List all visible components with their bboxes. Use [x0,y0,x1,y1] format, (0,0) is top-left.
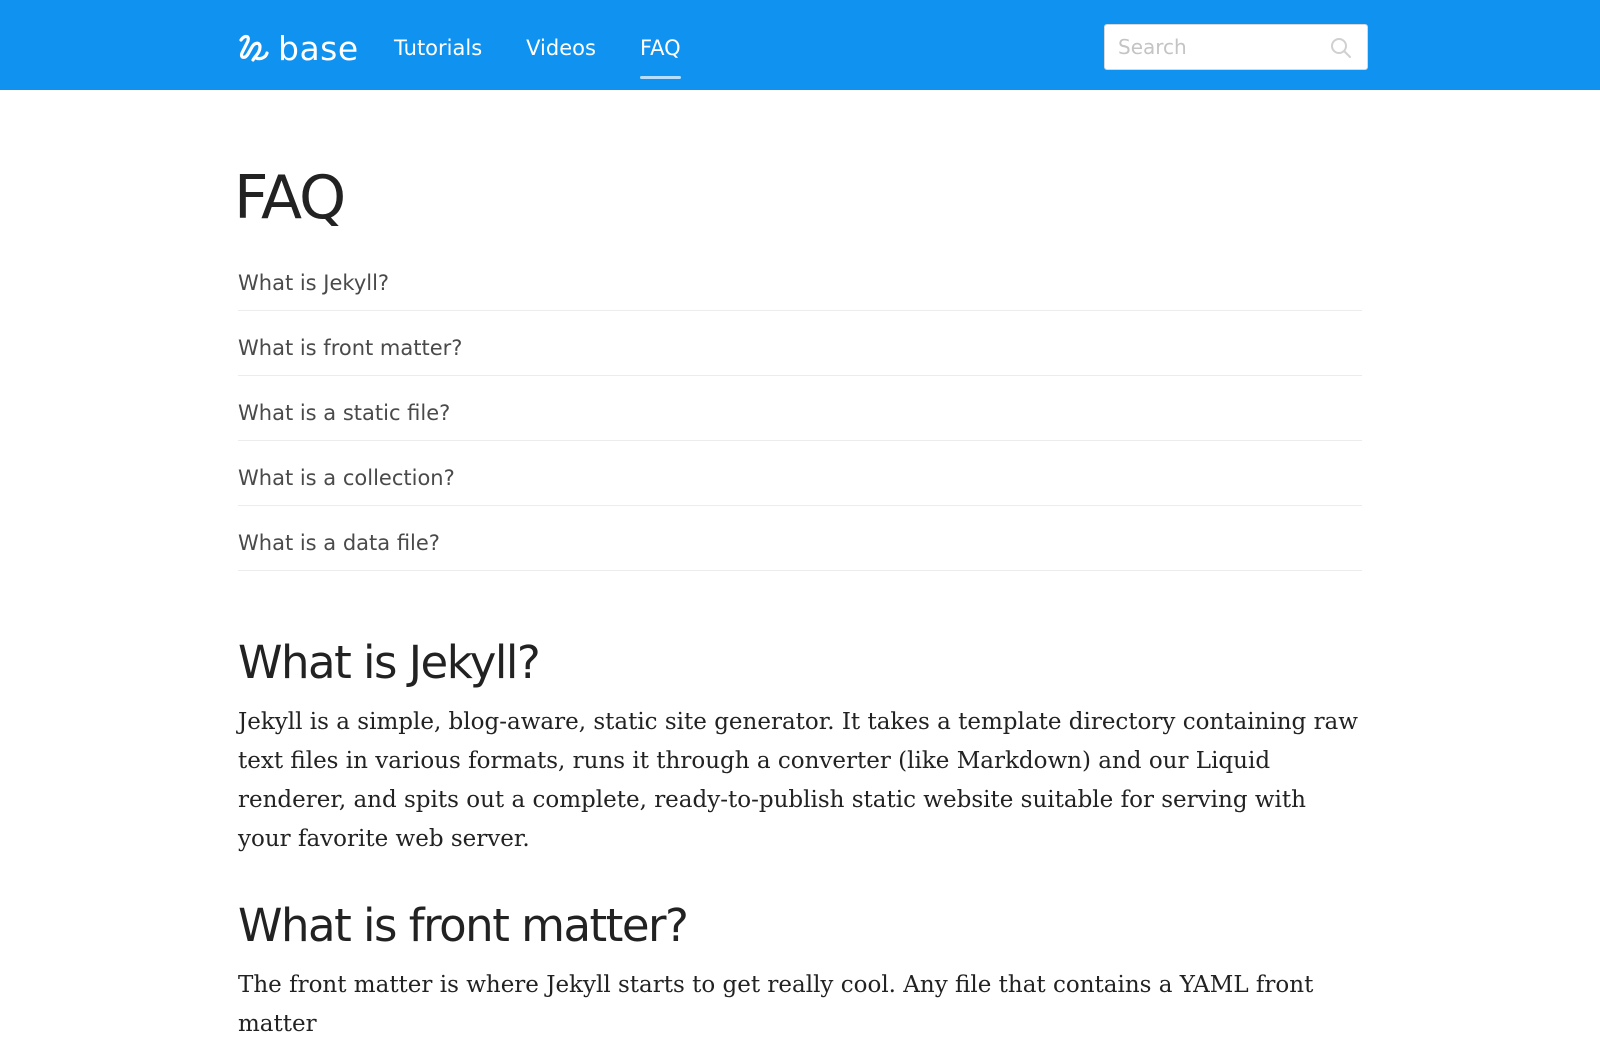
main-nav: Tutorials Videos FAQ [394,0,725,90]
nav-videos[interactable]: Videos [526,0,596,90]
toc-item-jekyll[interactable]: What is Jekyll? [238,246,1362,311]
section-body-jekyll: Jekyll is a simple, blog-aware, static s… [238,709,1358,852]
toc-item-static-file[interactable]: What is a static file? [238,376,1362,441]
top-navigation-bar: base Tutorials Videos FAQ [0,0,1600,90]
nav-tutorials[interactable]: Tutorials [394,0,482,90]
toc-item-data-file[interactable]: What is a data file? [238,506,1362,571]
search-box [1104,24,1368,70]
logo-link[interactable]: base [236,28,359,68]
section-title-jekyll: What is Jekyll? [238,636,541,689]
base-logo-icon [239,34,269,62]
topbar-container: base Tutorials Videos FAQ [236,0,1368,90]
toc-item-front-matter[interactable]: What is front matter? [238,311,1362,376]
search-icon[interactable] [1329,36,1353,60]
logo-text: base [278,28,359,68]
toc-item-collection[interactable]: What is a collection? [238,441,1362,506]
search-input[interactable] [1105,25,1325,69]
page-title: FAQ [234,163,346,233]
section-body-front-matter: The front matter is where Jekyll starts … [238,972,1314,1037]
faq-toc: What is Jekyll? What is front matter? Wh… [238,246,1362,571]
section-title-front-matter: What is front matter? [238,899,689,952]
nav-faq[interactable]: FAQ [639,0,681,90]
